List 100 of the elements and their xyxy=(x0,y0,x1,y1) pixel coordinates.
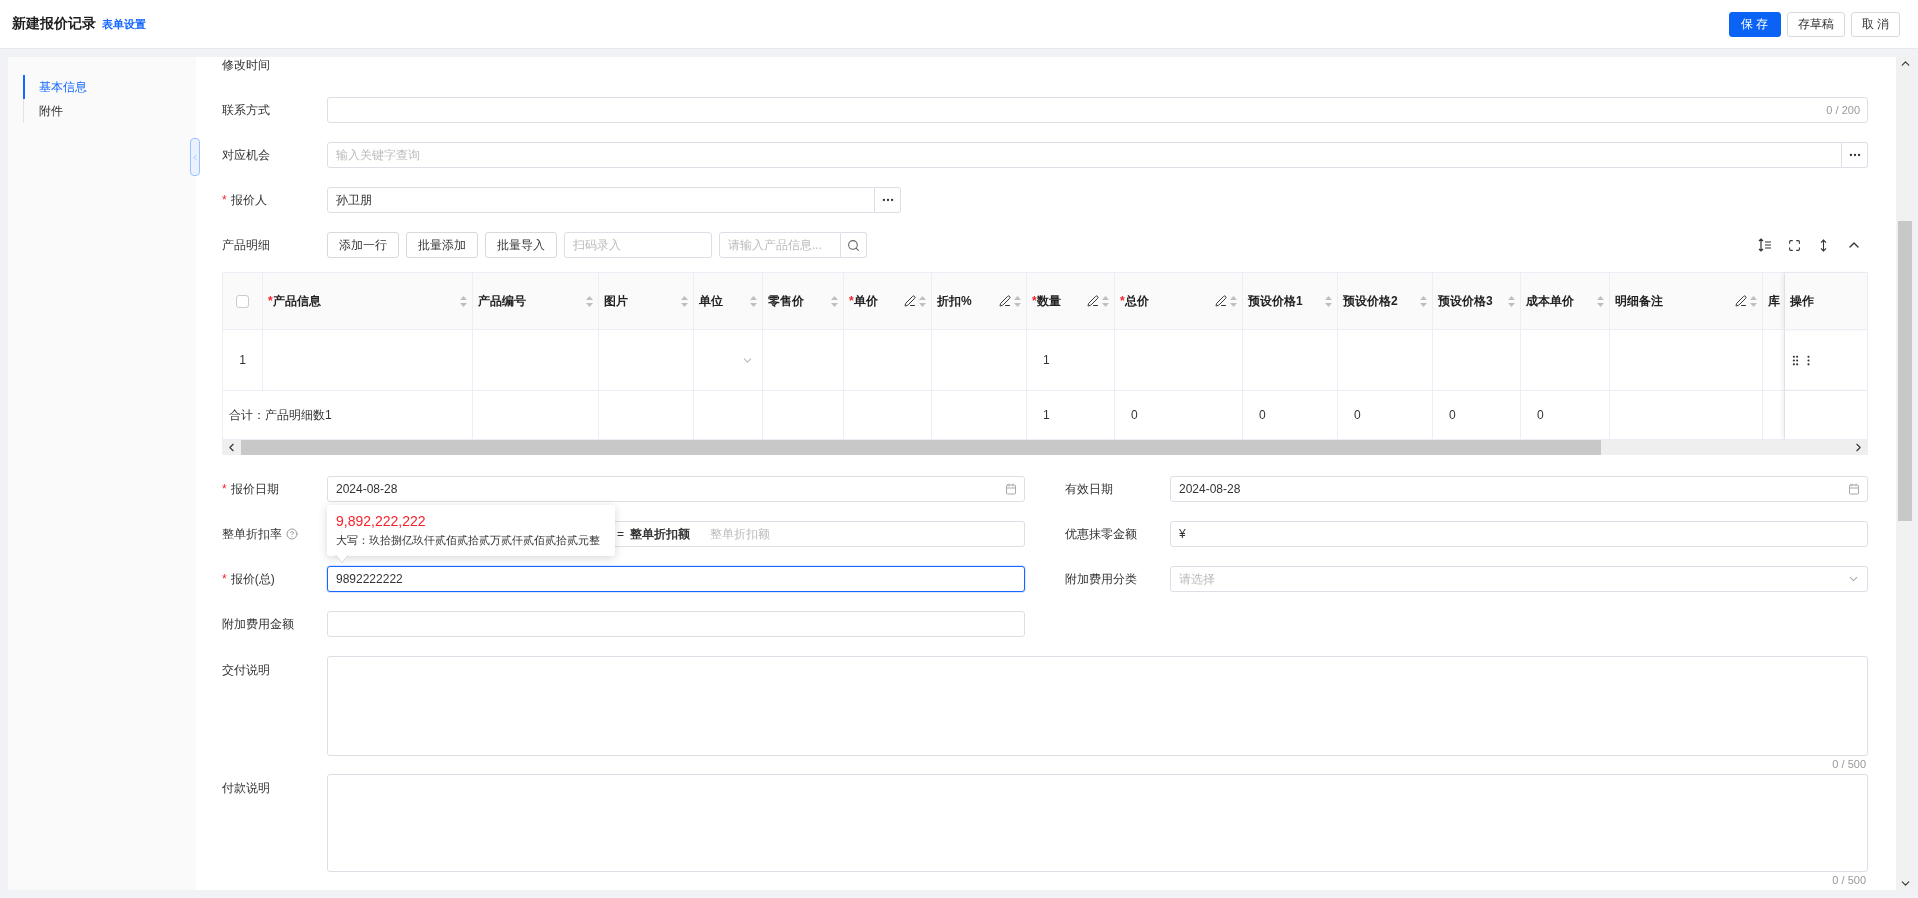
equals-sign: = xyxy=(617,527,624,541)
vertical-scrollbar[interactable] xyxy=(1896,57,1914,890)
sort-icon[interactable] xyxy=(586,295,593,307)
column-header: 库 xyxy=(1763,273,1785,330)
sort-icon[interactable] xyxy=(750,295,757,307)
table-cell: 0 xyxy=(1521,391,1610,440)
toolbar-button[interactable]: 添加一行 xyxy=(327,232,399,258)
text-field[interactable] xyxy=(327,97,1868,123)
toolbar-button[interactable]: 批量添加 xyxy=(406,232,478,258)
table-cell: 1 xyxy=(1027,391,1115,440)
collapse-handle[interactable] xyxy=(190,138,200,176)
discount-amount-input[interactable]: 整单折扣额 xyxy=(710,527,1016,541)
table-cell[interactable] xyxy=(694,330,763,391)
lookup-field[interactable]: 输入关键字查询 xyxy=(327,142,1842,168)
column-header[interactable]: *数量 xyxy=(1027,273,1115,330)
field-label: 附加费用金额 xyxy=(222,615,294,633)
header-button[interactable]: 存草稿 xyxy=(1786,11,1845,37)
edit-icon[interactable] xyxy=(1087,295,1099,307)
field-label: 修改时间 xyxy=(222,57,270,74)
table-cell: 0 xyxy=(1115,391,1243,440)
horizontal-scrollbar[interactable] xyxy=(222,440,1868,455)
required-mark: * xyxy=(222,193,227,207)
table-cell: 0 xyxy=(1433,391,1521,440)
summary-label: 合计：产品明细数1 xyxy=(223,391,473,440)
table-cell xyxy=(694,391,763,440)
column-header[interactable]: *产品信息 xyxy=(263,273,473,330)
table-cell xyxy=(1763,391,1785,440)
field-label: 付款说明 xyxy=(222,780,270,797)
required-mark: * xyxy=(1120,294,1125,308)
product-search-field[interactable]: 请输入产品信息... xyxy=(719,232,841,258)
amount-in-words: 大写：玖拾捌亿玖仟贰佰贰拾贰万贰仟贰佰贰拾贰元整 xyxy=(336,533,601,548)
date-field[interactable]: 2024-08-28 xyxy=(327,476,1025,502)
select-field[interactable]: 请选择 xyxy=(1170,566,1868,592)
help-icon[interactable] xyxy=(286,528,298,540)
column-header: 操作 xyxy=(1785,273,1868,330)
sort-icon[interactable] xyxy=(1508,295,1515,307)
column-header[interactable]: 预设价格1 xyxy=(1243,273,1338,330)
edit-icon[interactable] xyxy=(1215,295,1227,307)
text-area[interactable] xyxy=(327,656,1868,756)
header-button[interactable]: 取 消 xyxy=(1850,11,1900,37)
more-button[interactable] xyxy=(1842,142,1868,168)
column-header[interactable]: 产品编号 xyxy=(473,273,599,330)
search-icon xyxy=(847,238,860,252)
date-field[interactable]: 2024-08-28 xyxy=(1170,476,1868,502)
text-field[interactable]: 9892222222 xyxy=(327,566,1025,592)
toolbar-button[interactable]: 批量导入 xyxy=(485,232,557,258)
calendar-icon[interactable] xyxy=(1005,483,1017,495)
column-header[interactable]: 预设价格3 xyxy=(1433,273,1521,330)
table-cell: 1 xyxy=(1027,330,1115,391)
char-counter: 0 / 200 xyxy=(1826,104,1860,116)
save-button[interactable]: 保 存 xyxy=(1728,11,1781,37)
field-label: 附加费用分类 xyxy=(1065,570,1137,588)
discount-amount-label: 整单折扣额 xyxy=(630,525,690,543)
column-header[interactable]: 零售价 xyxy=(763,273,844,330)
column-header[interactable]: 图片 xyxy=(599,273,694,330)
field-label: 对应机会 xyxy=(222,146,270,164)
column-header[interactable]: *总价 xyxy=(1115,273,1243,330)
scan-field[interactable]: 扫码录入 xyxy=(564,232,712,258)
field-label: 整单折扣率 xyxy=(222,525,282,543)
search-button[interactable] xyxy=(841,232,867,258)
column-header[interactable]: 成本单价 xyxy=(1521,273,1610,330)
column-header[interactable]: 单位 xyxy=(694,273,763,330)
lookup-field[interactable]: 孙卫朋 xyxy=(327,187,875,213)
text-area[interactable] xyxy=(327,774,1868,872)
edit-icon[interactable] xyxy=(999,295,1011,307)
sort-icon[interactable] xyxy=(1325,295,1332,307)
column-header[interactable]: 预设价格2 xyxy=(1338,273,1433,330)
calendar-icon[interactable] xyxy=(1848,483,1860,495)
page-title: 新建报价记录 xyxy=(12,15,96,33)
text-field[interactable] xyxy=(327,611,1025,637)
select-all-checkbox[interactable] xyxy=(236,294,249,308)
sort-icon[interactable] xyxy=(1597,295,1604,307)
more-button[interactable] xyxy=(875,187,901,213)
sort-icon[interactable] xyxy=(831,295,838,307)
sort-icon[interactable] xyxy=(681,295,688,307)
field-label: 报价人 xyxy=(230,191,267,209)
scrollbar-thumb[interactable] xyxy=(241,440,1601,455)
edit-icon[interactable] xyxy=(904,295,916,307)
currency-field[interactable] xyxy=(1170,521,1868,547)
column-header[interactable]: 明细备注 xyxy=(1610,273,1763,330)
required-mark: * xyxy=(222,482,227,496)
required-mark: * xyxy=(849,294,854,308)
row-number: 1 xyxy=(223,330,263,391)
field-label: 报价(总) xyxy=(230,570,275,588)
field-label: 联系方式 xyxy=(222,101,270,119)
field-label: 产品明细 xyxy=(222,236,270,254)
edit-icon[interactable] xyxy=(1735,295,1747,307)
required-mark: * xyxy=(1032,294,1037,308)
sort-icon[interactable] xyxy=(1420,295,1427,307)
required-mark: * xyxy=(268,294,273,308)
form-settings-link[interactable]: 表单设置 xyxy=(102,16,146,32)
column-header[interactable]: 折扣% xyxy=(932,273,1027,330)
row-height-icon[interactable] xyxy=(1758,238,1772,252)
required-mark: * xyxy=(222,572,227,586)
chevron-left-icon xyxy=(191,152,199,162)
fullscreen-icon[interactable] xyxy=(1788,238,1801,252)
sort-icon[interactable] xyxy=(460,295,467,307)
column-header[interactable]: *单价 xyxy=(844,273,932,330)
scrollbar-thumb[interactable] xyxy=(1898,221,1912,521)
field-label: 优惠抹零金额 xyxy=(1065,525,1137,543)
